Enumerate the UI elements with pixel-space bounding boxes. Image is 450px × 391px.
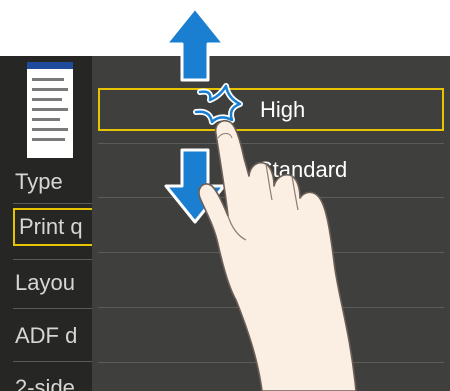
divider	[98, 197, 444, 198]
divider	[98, 143, 444, 144]
print-quality-menu: High Standard	[92, 56, 450, 391]
setting-item-adf[interactable]: ADF d	[15, 323, 77, 349]
settings-list-panel: Type Print q Layou ADF d 2-side	[0, 56, 108, 391]
setting-item-2-sided[interactable]: 2-side	[15, 375, 75, 391]
divider	[98, 252, 444, 253]
divider	[13, 308, 92, 309]
option-standard[interactable]: Standard	[98, 150, 444, 193]
divider	[98, 362, 444, 363]
divider	[13, 361, 92, 362]
option-high[interactable]: High	[98, 88, 444, 131]
divider	[13, 259, 92, 260]
setting-item-layout[interactable]: Layou	[15, 270, 75, 296]
divider	[98, 307, 444, 308]
printer-touch-screen: Type Print q Layou ADF d 2-side High Sta…	[0, 56, 450, 391]
setting-item-type[interactable]: Type	[15, 169, 63, 195]
divider	[13, 203, 92, 204]
document-thumbnail	[27, 62, 73, 158]
